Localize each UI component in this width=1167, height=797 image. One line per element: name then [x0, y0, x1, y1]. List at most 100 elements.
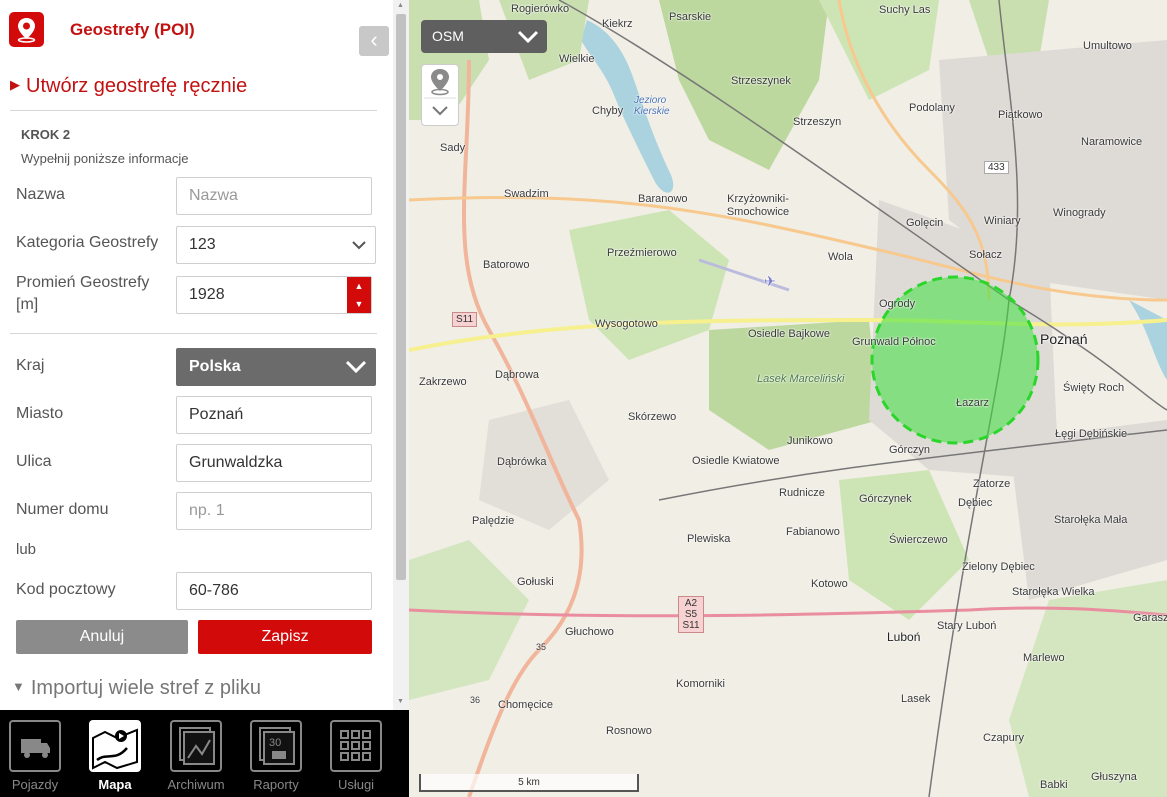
country-label: Kraj — [16, 357, 45, 374]
nav-mapa[interactable]: Mapa — [80, 720, 150, 797]
map-label: Golęcin — [906, 217, 944, 229]
map-label: Gołuski — [517, 576, 554, 588]
map-label: Świerczewo — [889, 534, 948, 546]
save-button[interactable]: Zapisz — [198, 620, 372, 654]
map-label: Suchy Las — [879, 4, 931, 16]
map-label: Wola — [828, 251, 853, 263]
map-label: Strzeszynek — [731, 75, 791, 87]
map-label: Czapury — [983, 732, 1024, 744]
map-label: Komorniki — [676, 678, 725, 690]
chevron-left-icon: ‹ — [370, 27, 378, 52]
map-label: Lasek — [901, 693, 931, 705]
page-title: Geostrefy (POI) — [70, 20, 195, 39]
nav-label: Usługi — [337, 777, 375, 792]
map-view[interactable]: Rogierówko Psarskie Kiekrz Suchy Las Umu… — [409, 0, 1167, 797]
postcode-label: Kod pocztowy — [16, 581, 116, 598]
import-title: Importuj wiele stref z pliku — [30, 677, 261, 699]
section-title: Utwórz geostrefę ręcznie — [26, 75, 248, 97]
map-label: Babki — [1040, 779, 1068, 791]
map-label: Podolany — [909, 102, 955, 114]
map-label: Dębiec — [958, 497, 993, 509]
nav-label: Raporty — [253, 777, 299, 792]
reports-icon: 30 — [250, 720, 302, 772]
road-shield: S11 — [452, 312, 478, 327]
scrollbar-thumb[interactable] — [396, 14, 406, 580]
road-number: 433 — [984, 161, 1009, 174]
chevron-down-icon — [345, 360, 367, 374]
scroll-up-icon[interactable]: ▲ — [397, 2, 404, 10]
or-label: lub — [16, 541, 37, 558]
map-label: Łęgi Dębińskie — [1055, 428, 1128, 440]
map-label: Palędzie — [472, 515, 515, 527]
map-label: Dąbrówka — [497, 456, 547, 468]
collapse-panel-button[interactable]: ‹ — [359, 26, 389, 56]
archive-icon — [170, 720, 222, 772]
truck-icon — [9, 720, 61, 772]
map-label: Wielkie — [559, 53, 595, 65]
map-label: Rudnicze — [779, 487, 825, 499]
cancel-button[interactable]: Anuluj — [16, 620, 188, 654]
nav-uslugi[interactable]: Usługi — [321, 720, 391, 797]
country-value: Polska — [189, 358, 241, 375]
radius-stepper[interactable]: ▲ ▼ — [347, 277, 371, 313]
map-label: Łazarz — [956, 397, 990, 409]
map-layer-value: OSM — [432, 28, 464, 44]
stepper-down-icon[interactable]: ▼ — [347, 295, 371, 313]
map-label: Głuchowo — [565, 626, 614, 638]
map-label: Dąbrowa — [495, 369, 540, 381]
country-select[interactable]: Polska — [176, 348, 376, 386]
section-header[interactable]: ▶ Utwórz geostrefę ręcznie — [10, 75, 247, 98]
map-label: Rogierówko — [511, 3, 570, 15]
map-label: Garaszewo — [1133, 612, 1167, 624]
road-number: 35 — [536, 642, 547, 652]
svg-text:30: 30 — [269, 737, 281, 749]
map-label: Plewiska — [687, 533, 731, 545]
city-input[interactable]: Poznań — [176, 396, 372, 434]
map-label: Starołęka Wielka — [1012, 586, 1095, 598]
map-label: Zakrzewo — [419, 376, 467, 388]
scroll-down-icon[interactable]: ▼ — [397, 698, 404, 706]
map-label: Chomęcice — [498, 699, 554, 711]
map-label: Święty Roch — [1063, 382, 1125, 394]
nav-label: Archiwum — [167, 777, 225, 792]
nav-raporty[interactable]: 30 Raporty — [241, 720, 311, 797]
map-label: Kiekrz — [602, 18, 633, 30]
name-input[interactable]: Nazwa — [176, 177, 372, 215]
map-label: Stary Luboń — [937, 620, 997, 632]
map-label: Jezioro Kierskie — [634, 95, 670, 117]
map-label: Zatorze — [973, 478, 1011, 490]
locate-control[interactable] — [421, 64, 459, 126]
divider — [10, 110, 377, 111]
stepper-up-icon[interactable]: ▲ — [347, 277, 371, 295]
map-layer-select[interactable]: OSM — [421, 20, 547, 53]
map-label: Osiedle Bajkowe — [748, 328, 830, 340]
map-label: Fabianowo — [786, 526, 840, 538]
street-input[interactable]: Grunwaldzka — [176, 444, 372, 482]
scrollbar[interactable]: ▲ ▼ — [393, 0, 409, 710]
chevron-down-icon — [352, 241, 366, 250]
map-label: Marlewo — [1023, 652, 1065, 664]
import-section-header[interactable]: ▼ Importuj wiele stref z pliku — [12, 677, 261, 700]
postcode-input[interactable]: 60-786 — [176, 572, 372, 610]
radius-input[interactable]: 1928 ▲ ▼ — [176, 276, 372, 314]
house-number-label: Numer domu — [16, 501, 109, 518]
radius-label: Promień Geostrefy [m] — [16, 274, 150, 313]
map-label: Sady — [440, 142, 466, 154]
map-label: Lasek Marceliński — [757, 373, 845, 385]
house-number-input[interactable]: np. 1 — [176, 492, 372, 530]
road-number: 36 — [470, 695, 481, 705]
map-label: Swadzim — [504, 188, 549, 200]
nav-archiwum[interactable]: Archiwum — [161, 720, 231, 797]
nav-pojazdy[interactable]: Pojazdy — [0, 720, 70, 797]
airport-icon: ✈ — [764, 273, 776, 289]
nav-label: Mapa — [98, 777, 132, 792]
category-select[interactable]: 123 — [176, 226, 376, 264]
geofence-panel: Geostrefy (POI) ‹ ▶ Utwórz geostrefę ręcz… — [0, 0, 409, 710]
map-label: Psarskie — [669, 11, 712, 23]
category-label: Kategoria Geostrefy — [16, 234, 159, 251]
map-label: Naramowice — [1081, 136, 1143, 148]
location-pin-icon[interactable] — [422, 65, 458, 125]
map-label: Głuszyna — [1091, 771, 1137, 783]
map-background — [409, 0, 1167, 797]
map-label: Skórzewo — [628, 411, 677, 423]
